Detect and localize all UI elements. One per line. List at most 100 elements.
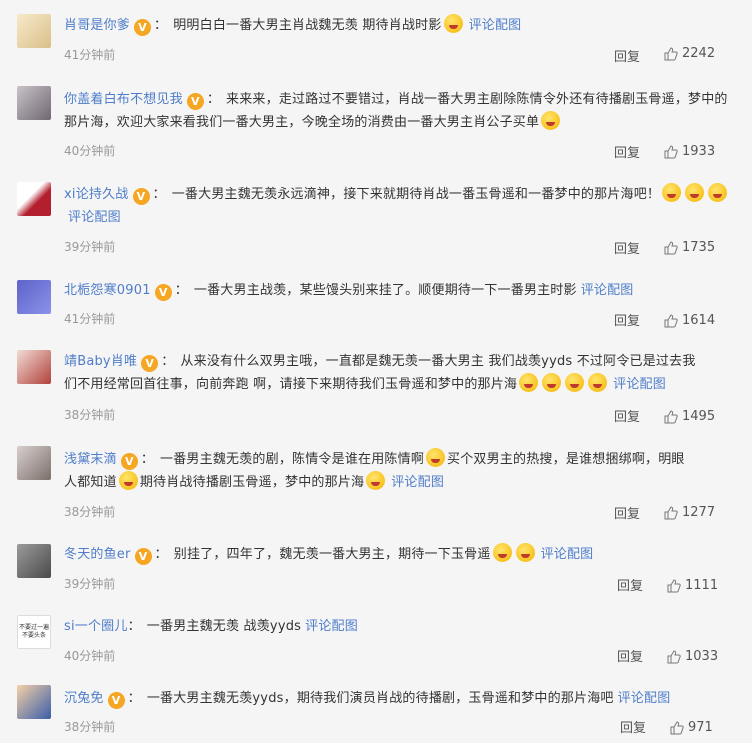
comment-time: 41分钟前 <box>64 312 116 326</box>
thumbs-up-icon <box>670 720 684 734</box>
comment-body: 靖Baby肖唯 V：从来没有什么双男主哦，一直都是魏无羡一番大男主 我们战羡yyd… <box>64 350 732 396</box>
comment-pic-link[interactable]: 评论配图 <box>469 18 522 33</box>
username-link[interactable]: 沉兔免 <box>64 691 104 706</box>
username-link[interactable]: 你盖着白布不想见我 <box>64 92 183 107</box>
emoji-icon <box>515 543 535 562</box>
comment-pic-link[interactable]: 评论配图 <box>541 547 594 562</box>
username-link[interactable]: 冬天的鱼er <box>64 547 131 562</box>
thumbs-up-icon <box>664 505 678 519</box>
verified-badge-icon: V <box>141 355 159 372</box>
emoji-icon <box>565 373 585 392</box>
reply-button[interactable]: 回复 <box>617 646 643 665</box>
emoji-icon <box>443 14 463 33</box>
like-button[interactable]: 1614 <box>664 313 715 328</box>
like-count: 2242 <box>682 46 716 61</box>
comment-time: 39分钟前 <box>64 577 116 591</box>
thumbs-up-icon <box>664 313 678 327</box>
emoji-icon <box>662 183 682 202</box>
thumbs-up-icon <box>667 649 681 663</box>
avatar[interactable]: 不要过一遍 不要头条 <box>17 615 51 649</box>
emoji-icon <box>541 111 561 130</box>
comment-body: 肖哥是你爹 V：明明白白一番大男主肖战魏无羡 期待肖战时影 评论配图 <box>64 14 732 37</box>
verified-badge-icon: V <box>134 548 152 565</box>
comment-time: 40分钟前 <box>64 649 116 663</box>
comment-text: 人都知道 <box>64 475 117 490</box>
avatar[interactable] <box>17 350 51 384</box>
comment-body: 北栀怨寒0901 V：一番大男主战羡，某些馒头别来挂了。顺便期待一下一番男主时影评… <box>64 283 634 301</box>
comment-body: 沉兔免 V：一番大男主魏无羡yyds，期待我们演员肖战的待播剧，玉骨遥和梦中的那片… <box>64 691 671 709</box>
avatar-text: 不要过一遍 不要头条 <box>18 624 49 639</box>
comment-pic-link[interactable]: 评论配图 <box>613 377 666 392</box>
comment-pic-link[interactable]: 评论配图 <box>391 475 444 490</box>
comment-text: 从来没有什么双男主哦，一直都是魏无羡一番大男主 我们战羡yyds 不过阿令已是过… <box>180 354 696 369</box>
verified-badge-icon: V <box>107 692 125 709</box>
reply-button[interactable]: 回复 <box>617 575 643 594</box>
avatar[interactable] <box>17 182 51 216</box>
reply-button[interactable]: 回复 <box>614 406 640 425</box>
emoji-icon <box>685 183 705 202</box>
thumbs-up-icon <box>664 46 678 60</box>
like-button[interactable]: 1111 <box>667 578 718 593</box>
comment-body: xi论持久战 V：一番大男主魏无羡永远滴神，接下来就期待肖战一番玉骨遥和一番梦中的… <box>64 183 732 229</box>
comment-time: 40分钟前 <box>64 144 116 158</box>
like-count: 1111 <box>685 578 719 593</box>
like-button[interactable]: 1933 <box>664 144 715 159</box>
comment-time: 39分钟前 <box>64 240 116 254</box>
avatar[interactable] <box>17 14 51 48</box>
reply-button[interactable]: 回复 <box>614 503 640 522</box>
verified-badge-icon: V <box>154 284 172 301</box>
avatar[interactable] <box>17 86 51 120</box>
comment-body: si一个圈儿： 一番男主魏无羡 战羡yyds 评论配图 <box>64 619 358 634</box>
like-button[interactable]: 1277 <box>664 505 715 520</box>
like-count: 1277 <box>682 505 716 520</box>
like-button[interactable]: 1033 <box>667 649 718 664</box>
comment-time: 41分钟前 <box>64 48 116 62</box>
username-link[interactable]: 肖哥是你爹 <box>64 18 130 33</box>
like-count: 1933 <box>682 144 716 159</box>
reply-button[interactable]: 回复 <box>614 46 640 65</box>
comment-time: 38分钟前 <box>64 720 116 734</box>
avatar[interactable] <box>17 544 51 578</box>
emoji-icon <box>366 471 386 490</box>
comment-text: 一番男主魏无羡的剧，陈情令是谁在用陈情啊 <box>160 452 425 467</box>
comment-pic-link[interactable]: 评论配图 <box>305 619 358 634</box>
like-button[interactable]: 1495 <box>664 409 715 424</box>
username-link[interactable]: xi论持久战 <box>64 187 129 202</box>
emoji-icon <box>492 543 512 562</box>
username-link[interactable]: 北栀怨寒0901 <box>64 283 151 298</box>
username-link[interactable]: 靖Baby肖唯 <box>64 354 137 369</box>
comment-body: 浅黛末滴 V：一番男主魏无羡的剧，陈情令是谁在用陈情啊 买个双男主的热搜，是谁想捆绑… <box>64 448 732 494</box>
comment-time: 38分钟前 <box>64 408 116 422</box>
like-button[interactable]: 1735 <box>664 240 715 255</box>
verified-badge-icon: V <box>186 93 204 110</box>
username-link[interactable]: 浅黛末滴 <box>64 452 117 467</box>
comment-text: 期待肖战待播剧玉骨遥，梦中的那片海 <box>139 475 365 490</box>
comment-pic-link[interactable]: 评论配图 <box>581 283 634 298</box>
reply-button[interactable]: 回复 <box>614 310 640 329</box>
comment-pic-link[interactable]: 评论配图 <box>68 210 121 225</box>
like-count: 971 <box>688 720 713 735</box>
comment-pic-link[interactable]: 评论配图 <box>618 691 671 706</box>
verified-badge-icon: V <box>132 188 150 205</box>
reply-button[interactable]: 回复 <box>614 142 640 161</box>
comment-text: 们不用经常回首往事，向前奔跑 啊，请接下来期待我们玉骨遥和梦中的那片海 <box>64 377 518 392</box>
verified-badge-icon: V <box>134 19 152 36</box>
thumbs-up-icon <box>664 409 678 423</box>
avatar[interactable] <box>17 685 51 719</box>
avatar[interactable] <box>17 280 51 314</box>
comment-line: 靖Baby肖唯 V：从来没有什么双男主哦，一直都是魏无羡一番大男主 我们战羡yyd… <box>64 354 696 372</box>
reply-button[interactable]: 回复 <box>614 238 640 257</box>
comment-line: 浅黛末滴 V：一番男主魏无羡的剧，陈情令是谁在用陈情啊 买个双男主的热搜，是谁想捆绑… <box>64 448 732 471</box>
reply-button[interactable]: 回复 <box>620 717 646 736</box>
like-button[interactable]: 971 <box>670 720 713 735</box>
avatar[interactable] <box>17 446 51 480</box>
like-count: 1495 <box>682 409 716 424</box>
comment-text: 一番男主魏无羡 战羡yyds <box>146 619 302 634</box>
comment-body: 冬天的鱼er V：别挂了，四年了，魏无羡一番大男主，期待一下玉骨遥 评论配图 <box>64 543 732 566</box>
username-link[interactable]: si一个圈儿 <box>64 619 128 634</box>
comment-body: 你盖着白布不想见我 V：来来来，走过路过不要错过，肖战一番大男主剧除陈情令外还有待… <box>64 92 728 130</box>
like-button[interactable]: 2242 <box>664 46 715 61</box>
emoji-icon <box>118 471 138 490</box>
thumbs-up-icon <box>664 240 678 254</box>
comment-line: 们不用经常回首往事，向前奔跑 啊，请接下来期待我们玉骨遥和梦中的那片海 评论配图 <box>64 373 732 396</box>
